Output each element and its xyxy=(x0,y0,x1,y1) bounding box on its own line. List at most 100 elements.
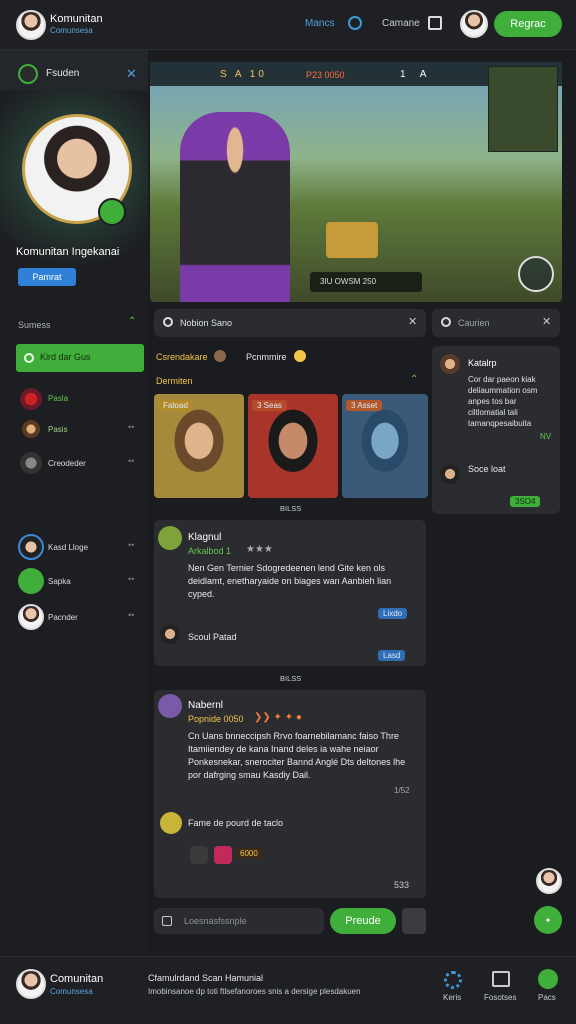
thumb-badge: 3 Asset xyxy=(346,400,383,411)
profile-icon[interactable] xyxy=(538,969,558,989)
more-icon[interactable]: •• xyxy=(128,422,134,432)
reply-avatar xyxy=(160,812,182,834)
search-icon xyxy=(441,317,451,327)
search-input-secondary[interactable]: Caurien xyxy=(458,318,490,328)
footer-line1: Cfamulrdand Scan Hamunial xyxy=(148,973,264,983)
card-avatar[interactable] xyxy=(440,464,460,484)
character-thumb[interactable]: 3 Seas xyxy=(248,394,338,498)
nav-pacs[interactable]: Pacs xyxy=(538,993,556,1002)
card-text: Cor dar paeon kiak deliaummation osm anp… xyxy=(468,375,538,428)
character-thumb[interactable]: 3 Asset xyxy=(342,394,428,498)
sidebar-item-sapka[interactable]: Sapka •• xyxy=(16,568,144,596)
author-avatar[interactable] xyxy=(158,526,182,550)
reaction-icon[interactable] xyxy=(190,846,208,864)
sidebar-item-pacnder[interactable]: Pacnder •• xyxy=(16,604,144,632)
tag-badge[interactable]: 6000 xyxy=(236,848,262,859)
hud-mid: P23 0050 xyxy=(306,70,345,80)
expand-icon[interactable] xyxy=(428,16,442,30)
post-author[interactable]: Klagnul xyxy=(188,532,221,543)
vehicle xyxy=(326,222,378,258)
member-avatar xyxy=(214,350,226,362)
post-subtitle: Arkalbod 1 xyxy=(188,546,232,556)
attach-icon[interactable] xyxy=(162,916,172,926)
thumb-badge: 3 Seas xyxy=(252,400,287,411)
back-icon[interactable] xyxy=(18,64,38,84)
avatar xyxy=(20,452,42,474)
character-thumb[interactable]: Fatoad xyxy=(154,394,244,498)
action-button[interactable] xyxy=(518,256,554,292)
more-icon[interactable]: •• xyxy=(128,610,134,620)
composer-input[interactable]: Loesnasfssnple xyxy=(154,908,324,934)
more-icon[interactable]: •• xyxy=(128,540,134,550)
profile-button[interactable]: Pamrat xyxy=(18,268,76,286)
thumb-row: Fatoad 3 Seas 3 Asset xyxy=(154,394,428,498)
tag-badge[interactable]: Lasd xyxy=(378,650,406,661)
nav-fosotses[interactable]: Fosotses xyxy=(484,993,516,1002)
sidebar-item-label: Pasla xyxy=(48,394,69,403)
post-author[interactable]: Nabernl xyxy=(188,700,223,711)
composer-placeholder: Loesnasfssnple xyxy=(184,916,247,926)
close-icon[interactable]: ✕ xyxy=(542,315,551,328)
post-card: Klagnul Arkalbod 1 ★★★ Nen Gen Ternier S… xyxy=(154,520,426,666)
target-icon[interactable] xyxy=(348,16,362,30)
floating-avatar[interactable] xyxy=(536,868,562,894)
sidebar-item-label: Pasis xyxy=(48,425,68,434)
nav-keris[interactable]: Keris xyxy=(443,993,461,1002)
sidebar-item-creodeder[interactable]: Creodeder •• xyxy=(16,450,144,476)
card-button[interactable]: 3SO4 xyxy=(510,496,541,507)
sidebar-item-active-label: Kird dar Gus xyxy=(40,352,91,362)
brand-avatar[interactable] xyxy=(16,10,46,40)
reply-name[interactable]: Scoul Patad xyxy=(188,632,237,642)
sidebar-title: Fsuden xyxy=(46,68,80,79)
author-avatar[interactable] xyxy=(158,694,182,718)
card-title: Katalrp xyxy=(468,358,497,368)
nav-link-mancs[interactable]: Mancs xyxy=(305,18,334,29)
close-icon[interactable]: ✕ xyxy=(408,315,417,328)
footer-avatar[interactable] xyxy=(16,969,46,999)
sidebar-item-pasla[interactable]: Pasla xyxy=(16,386,144,412)
more-icon[interactable]: •• xyxy=(128,574,134,584)
post-button[interactable]: Preude xyxy=(330,908,396,934)
footer-brand-sub: Comunsesa xyxy=(50,987,93,996)
game-screenshot[interactable]: S A 10 P23 0050 1 A 3IU OWSM 250 xyxy=(150,62,562,302)
more-icon[interactable]: •• xyxy=(128,456,134,466)
image-icon[interactable] xyxy=(492,971,510,987)
search-bar-secondary[interactable]: Caurien ✕ xyxy=(432,309,560,337)
separator-label: BILSS xyxy=(280,674,302,683)
reply-avatar xyxy=(160,624,180,644)
card-subtitle: Soce loat xyxy=(468,464,506,474)
reply-text[interactable]: Fame de pourd de taclo xyxy=(188,818,283,828)
share-icon[interactable] xyxy=(402,908,426,934)
sidebar-item-kasd-lloge[interactable]: Kasd Lloge •• xyxy=(16,534,144,560)
gear-icon[interactable] xyxy=(444,971,462,989)
avatar xyxy=(18,604,44,630)
sidebar-item-label: Kasd Lloge xyxy=(48,543,89,552)
chevron-up-icon[interactable]: ⌃ xyxy=(410,374,418,385)
nav-link-camane[interactable]: Camane xyxy=(382,18,420,29)
bottom-stats: 3IU OWSM 250 xyxy=(320,277,377,286)
card-avatar[interactable] xyxy=(440,354,460,374)
user-avatar[interactable] xyxy=(460,10,488,38)
post-count: 533 xyxy=(394,880,410,890)
search-input[interactable]: Nobion Sano xyxy=(180,318,232,328)
sidebar: Fsuden ✕ Komunitan Ingekanai Pamrat Sume… xyxy=(0,50,148,956)
emoji-icon xyxy=(294,350,306,362)
section-title: Dermiten xyxy=(156,376,193,386)
close-icon[interactable]: ✕ xyxy=(126,66,137,82)
chevron-down-icon[interactable]: ⌃ xyxy=(128,316,136,327)
minimap[interactable] xyxy=(488,66,558,152)
tag-badge[interactable]: Lixdo xyxy=(378,608,408,619)
edit-icon[interactable] xyxy=(98,198,126,226)
post-card: Nabernl Popnide 0050 ❯❯ ✦ ✦ ● Cn Uans bn… xyxy=(154,690,426,898)
register-button[interactable]: Regrac xyxy=(494,11,562,37)
card-badge: NV xyxy=(540,432,552,441)
sidebar-item-label: Creodeder xyxy=(48,459,86,468)
sidebar-item-pasis[interactable]: Pasis •• xyxy=(16,416,144,442)
summary-label: Sumess xyxy=(18,320,51,330)
sidebar-item-active[interactable]: Kird dar Gus xyxy=(16,344,144,372)
search-bar[interactable]: Nobion Sano ✕ xyxy=(154,309,426,337)
floating-action-button[interactable]: ✦ xyxy=(534,906,562,934)
reaction-icon[interactable] xyxy=(214,846,232,864)
sidebar-item-label: Pacnder xyxy=(48,613,78,622)
hud-right: 1 A xyxy=(400,69,433,80)
